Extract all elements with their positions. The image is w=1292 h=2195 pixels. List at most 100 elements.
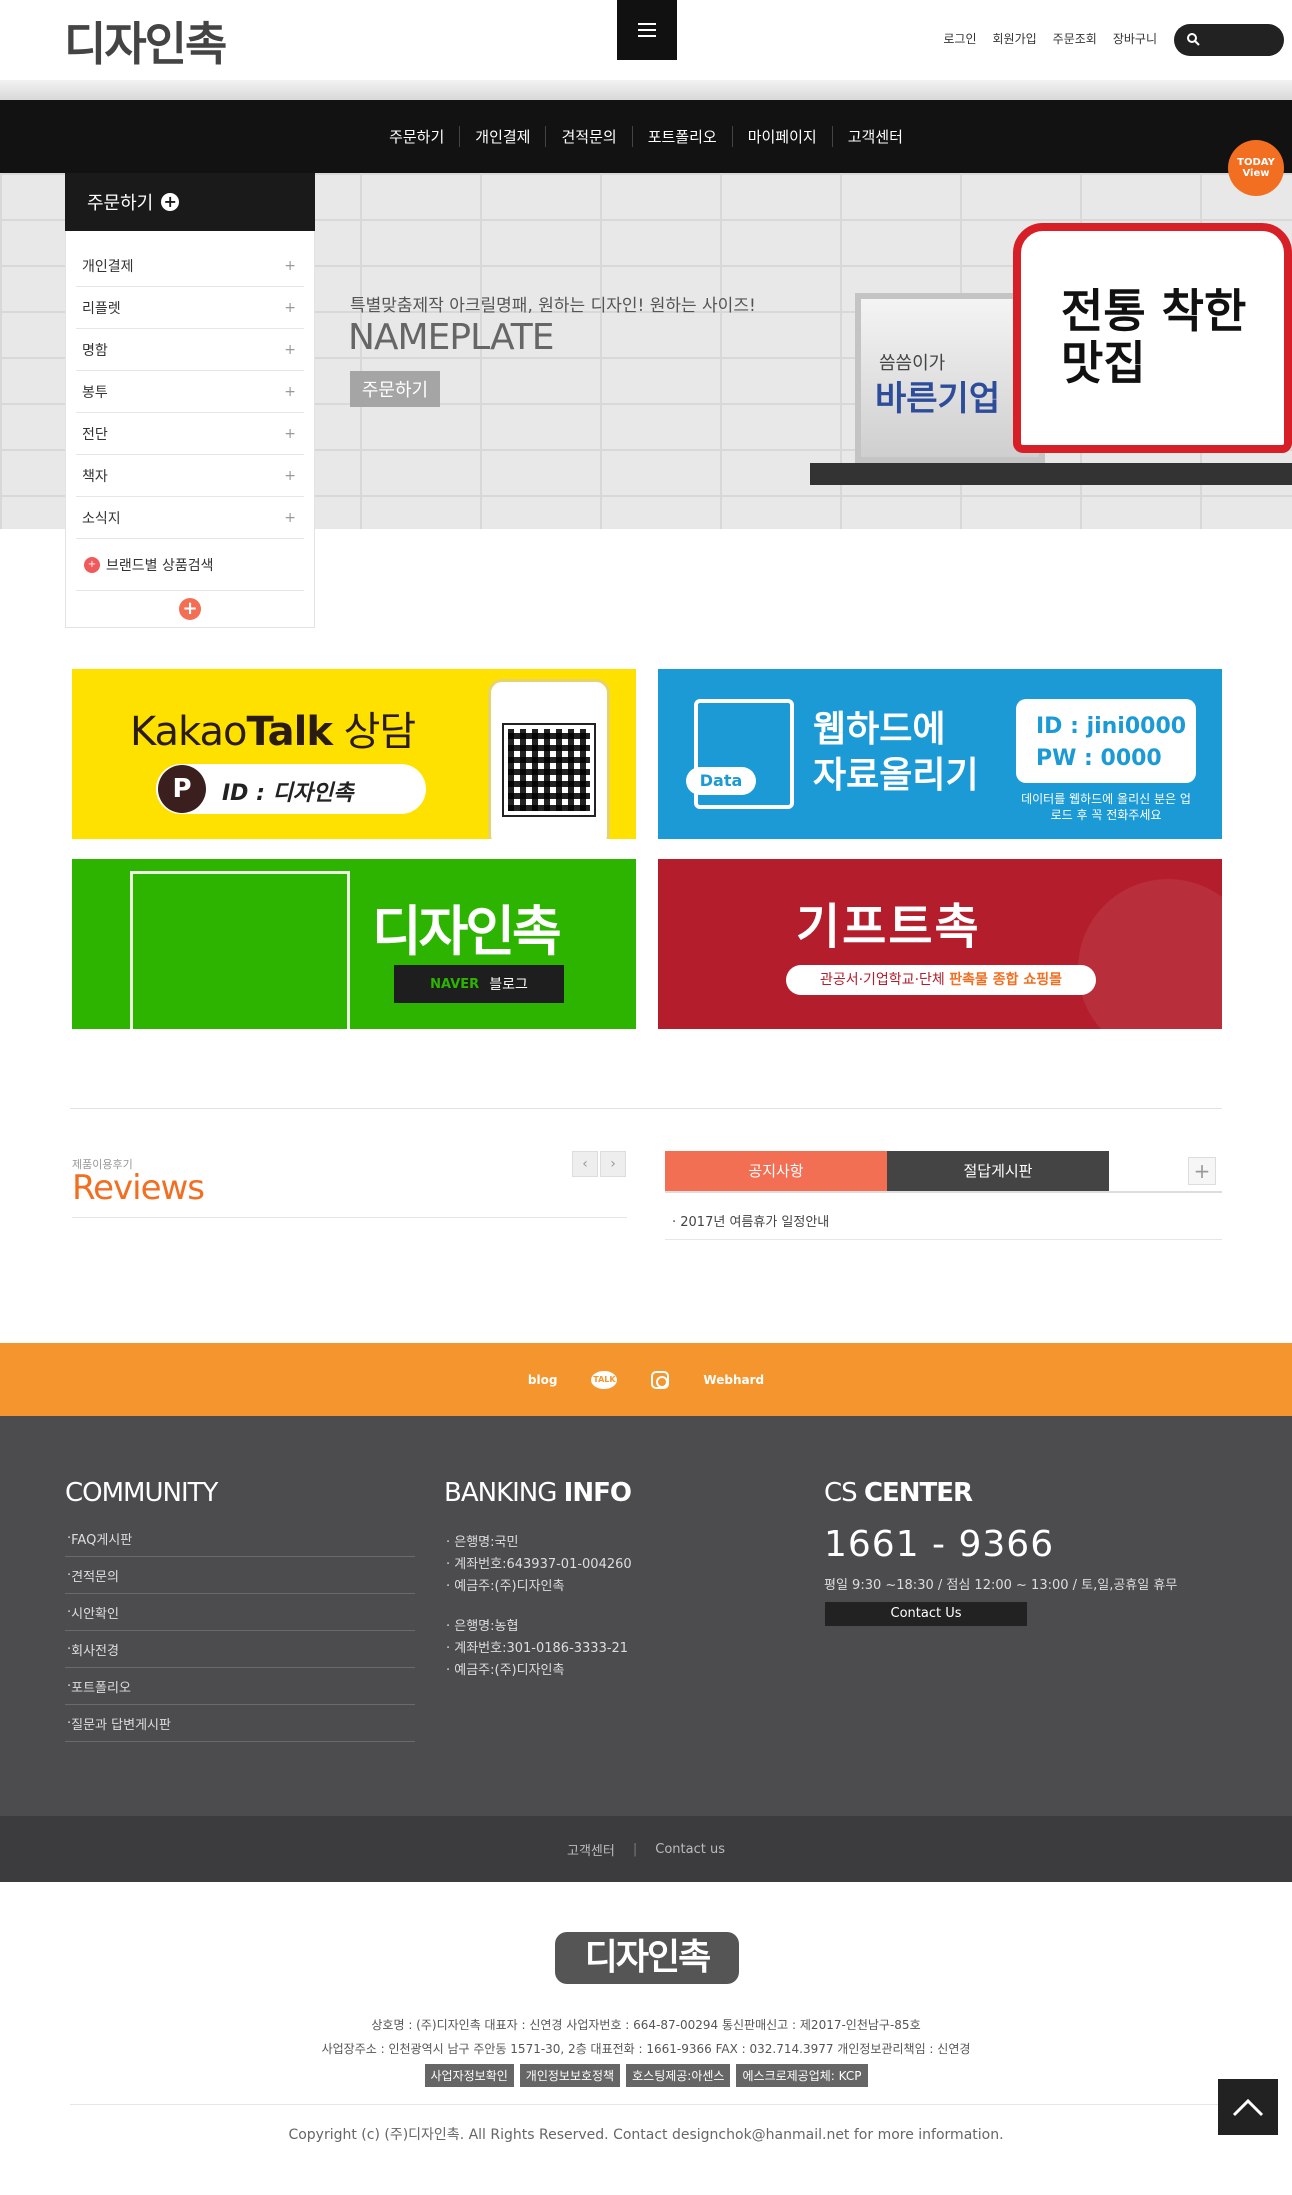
cs-hours: 평일 9:30 ~18:30 / 점심 12:00 ~ 13:00 / 토,일,…: [824, 1578, 1178, 1593]
side-item-label: 봉투: [82, 384, 108, 401]
chevron-right-icon[interactable]: ›: [600, 1151, 626, 1177]
side-item-newsletter[interactable]: 소식지 +: [76, 497, 304, 539]
shelf: [810, 463, 1292, 485]
community-item-qna[interactable]: · 질문과 답변게시판: [65, 1705, 415, 1742]
hero-title: NAMEPLATE: [348, 317, 555, 358]
webhard-banner[interactable]: Data 웹하드에 자료올리기 ID : jini0000 PW : 0000 데이…: [658, 669, 1222, 839]
community-title: COMMUNITY: [65, 1478, 218, 1508]
brand-search-link[interactable]: + 브랜드별 상품검색: [76, 539, 304, 591]
login-link[interactable]: 로그인: [943, 30, 976, 47]
chevron-up-icon: [1232, 2098, 1264, 2117]
footer-logo: 디자인촉: [555, 1932, 739, 1984]
notice-line: [665, 1191, 1222, 1193]
today-view-badge[interactable]: TODAY View: [1228, 140, 1284, 196]
stamp-watermark: [1078, 879, 1222, 1029]
blog-icon[interactable]: blog: [528, 1373, 558, 1387]
community-item-estimate[interactable]: · 견적문의: [65, 1557, 415, 1594]
side-item-label: 리플렛: [82, 300, 121, 317]
side-item-leaflet[interactable]: 리플렛 +: [76, 287, 304, 329]
tab-notice[interactable]: 공지사항: [665, 1151, 887, 1191]
nav-estimate[interactable]: 견적문의: [545, 126, 631, 147]
webhard-note: 데이터를 웹하드에 올리신 분은 업로드 후 꼭 전화주세요: [1021, 792, 1191, 822]
search-icon[interactable]: [1186, 32, 1200, 46]
community-item-faq[interactable]: · FAQ게시판: [65, 1520, 415, 1557]
webhard-icon[interactable]: Webhard: [703, 1373, 764, 1387]
plus-icon: +: [284, 425, 296, 442]
footer-link-cs[interactable]: 고객센터: [567, 1840, 615, 1859]
plus-icon: +: [284, 257, 296, 274]
side-menu: 주문하기 + 개인결제 + 리플렛 + 명함 + 봉투 + 전단 + 책자 + 소식지 + +…: [65, 173, 315, 628]
community-item-draft[interactable]: · 시안확인: [65, 1594, 415, 1631]
footer-bar: 고객센터 | Contact us: [0, 1816, 1292, 1882]
naver-blog-banner[interactable]: 디자인촉 NAVER 블로그: [72, 859, 636, 1029]
tab-qa[interactable]: 절답게시판: [887, 1151, 1109, 1191]
gift-logo: 기프트촉: [796, 899, 981, 955]
webhard-title: 웹하드에 자료올리기: [813, 709, 979, 796]
separator: |: [632, 1841, 638, 1857]
order-lookup-link[interactable]: 주문조회: [1053, 30, 1097, 47]
footer-link-contact[interactable]: Contact us: [655, 1842, 725, 1857]
nav-customer-center[interactable]: 고객센터: [831, 126, 918, 147]
side-item-label: 개인결제: [82, 258, 134, 275]
side-item-personal-payment[interactable]: 개인결제 +: [76, 245, 304, 287]
side-item-business-card[interactable]: 명함 +: [76, 329, 304, 371]
notice-bottom-line: [665, 1239, 1222, 1240]
gift-pill: 관공서·기업학교·단체 판촉물 종합 쇼핑몰: [786, 965, 1096, 995]
kakaotalk-banner[interactable]: KakaoTalk 상담 P ID : 디자인촉: [72, 669, 636, 839]
side-item-flyer[interactable]: 전단 +: [76, 413, 304, 455]
naver-blog-button: NAVER 블로그: [394, 965, 564, 1003]
nav-personal-payment[interactable]: 개인결제: [459, 126, 545, 147]
qr-code-icon: [502, 723, 596, 817]
side-item-label: 소식지: [82, 510, 121, 527]
main-nav: 주문하기 개인결제 견적문의 포트폴리오 마이페이지 고객센터: [0, 100, 1292, 173]
cart-link[interactable]: 장바구니: [1113, 30, 1157, 47]
company-info-line1: 상호명 : (주)디자인촉 대표자 : 신연경 사업자번호 : 664-87-0…: [371, 2018, 921, 2032]
side-item-booklet[interactable]: 책자 +: [76, 455, 304, 497]
community-item-company[interactable]: · 회사전경: [65, 1631, 415, 1668]
data-label: Data: [686, 767, 756, 795]
badge-privacy-policy[interactable]: 개인정보보호정책: [519, 2064, 621, 2087]
badge-hosting[interactable]: 호스팅제공:아센스: [626, 2064, 731, 2087]
nav-order[interactable]: 주문하기: [374, 126, 459, 147]
copyright: Copyright (c) (주)디자인촉. All Rights Reserv…: [288, 2127, 1004, 2143]
plus-icon: +: [284, 383, 296, 400]
company-badges: 사업자정보확인 개인정보보호정책 호스팅제공:아센스 에스크로제공업체: KCP: [0, 2064, 1292, 2087]
brand-search-label: 브랜드별 상품검색: [106, 557, 214, 574]
chevron-left-icon[interactable]: ‹: [572, 1151, 598, 1177]
section-divider: [70, 1108, 1222, 1109]
side-menu-list: 개인결제 + 리플렛 + 명함 + 봉투 + 전단 + 책자 + 소식지 + + 브랜드별 상품…: [65, 231, 315, 628]
giftchok-banner[interactable]: 기프트촉 관공서·기업학교·단체 판촉물 종합 쇼핑몰: [658, 859, 1222, 1029]
hero-order-button[interactable]: 주문하기: [350, 371, 440, 407]
kakao-p-icon: P: [158, 765, 206, 813]
side-menu-title: 주문하기: [87, 193, 154, 214]
more-plus-icon[interactable]: +: [1188, 1157, 1216, 1185]
webhard-credentials: ID : jini0000 PW : 0000: [1016, 699, 1196, 783]
nav-portfolio[interactable]: 포트폴리오: [631, 126, 732, 147]
hamburger-menu-icon[interactable]: [617, 0, 677, 60]
search-plus-icon: +: [84, 556, 100, 573]
cs-phone: 1661 - 9366: [824, 1524, 1055, 1565]
badge-escrow[interactable]: 에스크로제공업체: KCP: [736, 2064, 868, 2087]
search-input[interactable]: [1174, 24, 1284, 56]
notice-item[interactable]: · 2017년 여름휴가 일정안내: [672, 1211, 829, 1230]
kakaotalk-icon[interactable]: TALK: [591, 1370, 618, 1389]
side-menu-header[interactable]: 주문하기 +: [65, 173, 315, 231]
badge-business-info[interactable]: 사업자정보확인: [424, 2064, 514, 2087]
side-item-envelope[interactable]: 봉투 +: [76, 371, 304, 413]
instagram-icon[interactable]: [651, 1370, 670, 1389]
site-logo[interactable]: 디자인촉: [64, 8, 227, 74]
more-plus-icon[interactable]: +: [179, 598, 201, 620]
scroll-top-button[interactable]: [1218, 2079, 1278, 2135]
plus-circle-icon: +: [161, 193, 180, 211]
building-illustration: [130, 871, 350, 1029]
nav-mypage[interactable]: 마이페이지: [731, 126, 832, 147]
side-more: +: [76, 591, 304, 627]
community-item-portfolio[interactable]: · 포트폴리오: [65, 1668, 415, 1705]
signup-link[interactable]: 회원가입: [992, 30, 1036, 47]
hero-subtitle: 특별맞춤제작 아크릴명패, 원하는 디자인! 원하는 사이즈!: [350, 296, 756, 316]
kakao-title: KakaoTalk 상담: [130, 709, 416, 755]
contact-us-button[interactable]: Contact Us: [825, 1602, 1027, 1626]
side-item-label: 전단: [82, 426, 108, 443]
copyright-divider: [70, 2104, 1222, 2105]
plus-icon: +: [284, 509, 296, 526]
